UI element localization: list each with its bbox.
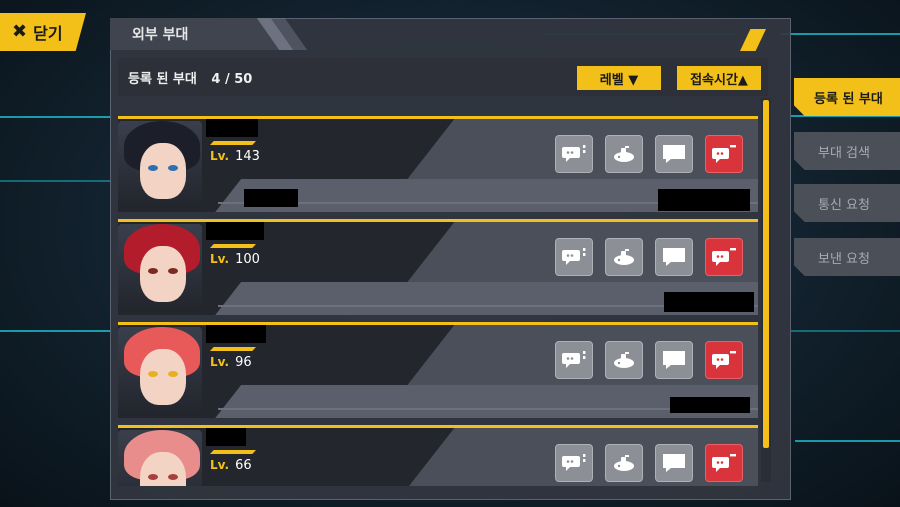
level-bar [210,347,256,351]
avatar-face [140,246,186,302]
side-tab-sent-request[interactable]: 보낸 요청 [794,238,900,276]
chat-invite-button[interactable] [555,444,593,482]
redacted-name [206,325,266,343]
close-icon: ✖ [12,21,28,42]
message-button[interactable] [655,135,693,173]
bg-line [0,330,112,332]
message-button[interactable] [655,238,693,276]
submarine-icon [611,452,637,474]
avatar-eye [168,165,178,171]
level-value: 100 [235,252,260,267]
level-bar [210,141,256,145]
friend-avatar[interactable] [118,430,202,486]
avatar-eye [168,474,178,480]
chat-invite-button[interactable] [555,238,593,276]
remove-friend-button[interactable] [705,444,743,482]
submarine-button[interactable] [605,341,643,379]
message-icon [661,246,687,268]
friend-row[interactable]: Lv. 66 [118,425,758,486]
level-label: Lv. [210,149,230,163]
sort-level-button[interactable]: 레벨 ▼ [577,66,661,90]
friend-avatar[interactable] [118,327,202,415]
bg-line [790,330,900,332]
friend-avatar[interactable] [118,121,202,209]
chat-invite-icon [561,452,587,474]
chat-invite-icon [561,246,587,268]
submarine-icon [611,349,637,371]
remove-friend-icon [711,349,737,371]
chat-invite-icon [561,143,587,165]
chat-invite-button[interactable] [555,341,593,379]
level-label: Lv. [210,355,230,369]
avatar-eye [148,371,158,377]
message-icon [661,452,687,474]
friend-row[interactable]: Lv. 143 [118,116,758,212]
level-label: Lv. [210,252,230,266]
close-button[interactable]: ✖ 닫기 [0,13,86,51]
level-bar [210,244,256,248]
friend-list: Lv. 143 Lv. 100 Lv. 96 Lv. 66 [118,104,758,486]
submarine-icon [611,246,637,268]
redacted-name [206,119,258,137]
submarine-button[interactable] [605,444,643,482]
close-label: 닫기 [33,24,63,43]
level-value: 96 [235,355,252,370]
friend-row[interactable]: Lv. 96 [118,322,758,418]
friend-level: Lv. 143 [210,149,260,164]
remove-friend-button[interactable] [705,135,743,173]
message-icon [661,349,687,371]
bg-line [0,116,112,118]
avatar-eye [168,268,178,274]
avatar-face [140,349,186,405]
list-title: 등록 된 부대 [128,72,197,87]
scrollbar-thumb[interactable] [763,100,769,448]
remove-friend-icon [711,452,737,474]
friend-avatar[interactable] [118,224,202,312]
message-button[interactable] [655,444,693,482]
redacted-info [244,189,298,207]
submarine-icon [611,143,637,165]
list-count: 4 / 50 [211,72,253,87]
avatar-eye [148,268,158,274]
side-tab-search[interactable]: 부대 검색 [794,132,900,170]
remove-friend-button[interactable] [705,341,743,379]
bg-line [795,440,900,442]
submarine-button[interactable] [605,135,643,173]
remove-friend-button[interactable] [705,238,743,276]
level-label: Lv. [210,458,230,472]
message-button[interactable] [655,341,693,379]
avatar-eye [148,165,158,171]
redacted-info [658,189,750,211]
level-value: 66 [235,458,252,473]
side-tab-registered[interactable]: 등록 된 부대 [794,78,900,116]
avatar-eye [168,371,178,377]
list-header-title: 등록 된 부대 4 / 50 [128,68,252,87]
side-tab-comm-request[interactable]: 통신 요청 [794,184,900,222]
sort-login-time-button[interactable]: 접속시간▲ [677,66,761,90]
avatar-face [140,143,186,199]
chat-invite-icon [561,349,587,371]
friend-level: Lv. 100 [210,252,260,267]
avatar-eye [148,474,158,480]
remove-friend-icon [711,143,737,165]
friend-level: Lv. 66 [210,458,252,473]
submarine-button[interactable] [605,238,643,276]
redacted-name [206,428,246,446]
level-bar [210,450,256,454]
remove-friend-icon [711,246,737,268]
panel-title: 외부 부대 [110,18,282,50]
message-icon [661,143,687,165]
chat-invite-button[interactable] [555,135,593,173]
friend-row[interactable]: Lv. 100 [118,219,758,315]
redacted-name [206,222,264,240]
bg-line [780,33,900,35]
friend-level: Lv. 96 [210,355,252,370]
bg-line [0,180,112,182]
redacted-info [664,292,754,312]
redacted-info [670,397,750,413]
level-value: 143 [235,149,260,164]
